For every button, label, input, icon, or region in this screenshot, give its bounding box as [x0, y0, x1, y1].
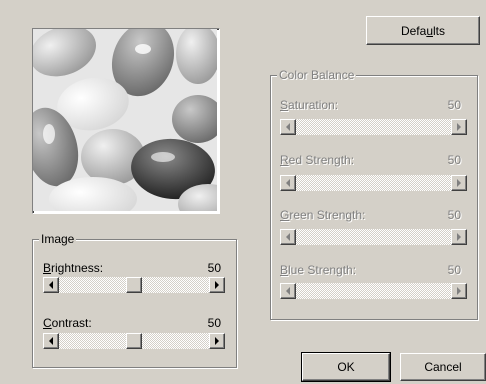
cancel-label: Cancel	[424, 360, 462, 374]
green-strength-slider	[280, 229, 467, 245]
blue-strength-value: 50	[447, 263, 461, 277]
saturation-label: Saturation:	[280, 98, 339, 112]
brightness-slider-thumb[interactable]	[126, 277, 142, 293]
image-preview-frame	[32, 28, 220, 214]
defaults-button[interactable]: Defaults	[366, 16, 480, 45]
left-arrow-icon	[286, 233, 290, 241]
ok-label: OK	[337, 360, 355, 374]
red-strength-decrease-button	[280, 175, 296, 191]
blue-strength-decrease-button	[280, 283, 296, 299]
green-strength-label: Green Strength:	[280, 208, 366, 222]
color-balance-group: Color Balance Saturation: 50 Red Strengt…	[270, 68, 478, 320]
brightness-increase-button[interactable]	[209, 277, 225, 293]
right-arrow-icon	[457, 287, 461, 295]
contrast-increase-button[interactable]	[209, 333, 225, 349]
blue-strength-increase-button	[451, 283, 467, 299]
image-group-title: Image	[39, 232, 77, 246]
contrast-label: Contrast:	[43, 316, 92, 330]
right-arrow-icon	[457, 179, 461, 187]
saturation-value: 50	[447, 98, 461, 112]
green-strength-decrease-button	[280, 229, 296, 245]
right-arrow-icon	[457, 123, 461, 131]
contrast-slider[interactable]	[43, 333, 225, 349]
red-strength-slider	[280, 175, 467, 191]
image-group: Image Brightness: 50 Contrast: 50	[32, 232, 237, 368]
saturation-increase-button	[451, 119, 467, 135]
contrast-value: 50	[207, 316, 221, 330]
saturation-slider	[280, 119, 467, 135]
brightness-decrease-button[interactable]	[43, 277, 59, 293]
blue-strength-slider	[280, 283, 467, 299]
blue-strength-label: Blue Strength:	[280, 263, 357, 277]
red-strength-value: 50	[447, 153, 461, 167]
color-balance-group-title: Color Balance	[277, 68, 357, 82]
left-arrow-icon	[286, 123, 290, 131]
brightness-value: 50	[207, 261, 221, 275]
green-strength-increase-button	[451, 229, 467, 245]
red-strength-increase-button	[451, 175, 467, 191]
cancel-button[interactable]: Cancel	[400, 353, 486, 381]
contrast-slider-thumb[interactable]	[126, 333, 142, 349]
brightness-label: Brightness:	[43, 261, 104, 275]
red-strength-label: Red Strength:	[280, 153, 355, 167]
right-arrow-icon	[215, 337, 219, 345]
jelly-beans-preview-image	[33, 29, 219, 213]
brightness-slider[interactable]	[43, 277, 225, 293]
green-strength-value: 50	[447, 208, 461, 222]
saturation-decrease-button	[280, 119, 296, 135]
ok-button[interactable]: OK	[301, 352, 391, 382]
defaults-label: Defaults	[400, 23, 446, 38]
right-arrow-icon	[215, 281, 219, 289]
right-arrow-icon	[457, 233, 461, 241]
left-arrow-icon	[286, 287, 290, 295]
left-arrow-icon	[49, 337, 53, 345]
left-arrow-icon	[286, 179, 290, 187]
contrast-decrease-button[interactable]	[43, 333, 59, 349]
left-arrow-icon	[49, 281, 53, 289]
